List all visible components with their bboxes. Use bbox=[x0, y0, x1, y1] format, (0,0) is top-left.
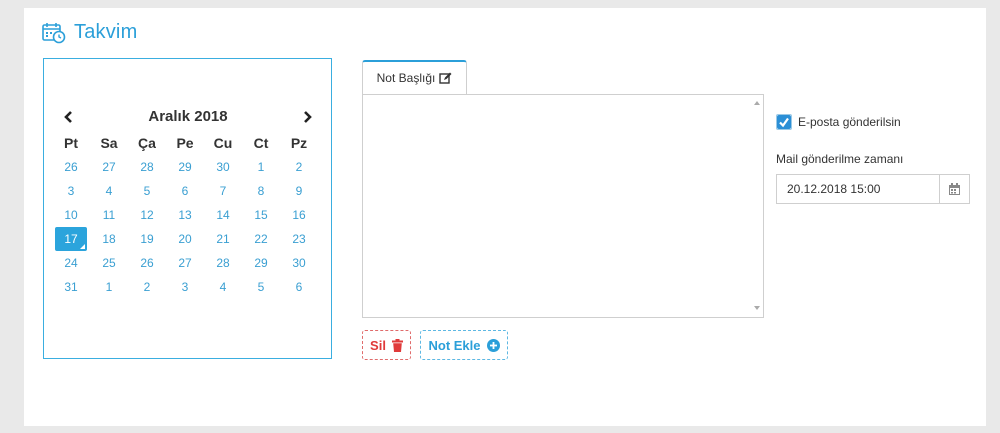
calendar-day[interactable]: 29 bbox=[243, 251, 279, 275]
calendar-day[interactable]: 29 bbox=[167, 155, 203, 179]
calendar-day[interactable]: 6 bbox=[281, 275, 317, 299]
weekday-header: Cu bbox=[213, 135, 233, 151]
calendar-day[interactable]: 26 bbox=[53, 155, 89, 179]
email-option: E-posta gönderilsin bbox=[776, 114, 901, 130]
calendar-day[interactable]: 21 bbox=[205, 227, 241, 251]
weekday-header: Pe bbox=[176, 135, 194, 151]
edit-icon bbox=[439, 72, 452, 84]
month-title: Aralık 2018 bbox=[148, 108, 228, 125]
trash-icon bbox=[391, 338, 403, 352]
calendar-day[interactable]: 20 bbox=[167, 227, 203, 251]
calendar-day[interactable]: 5 bbox=[129, 179, 165, 203]
calendar-day[interactable]: 8 bbox=[243, 179, 279, 203]
calendar-day[interactable]: 31 bbox=[53, 275, 89, 299]
checkmark-icon bbox=[777, 115, 791, 129]
panel-header: Takvim bbox=[42, 21, 137, 44]
calendar-day[interactable]: 3 bbox=[167, 275, 203, 299]
add-note-button[interactable]: Not Ekle bbox=[420, 330, 508, 360]
calendar-day[interactable]: 1 bbox=[91, 275, 127, 299]
calendar-day[interactable]: 4 bbox=[91, 179, 127, 203]
note-textarea-wrapper bbox=[362, 94, 764, 318]
weekday-header: Ct bbox=[253, 135, 269, 151]
email-checkbox[interactable] bbox=[776, 114, 792, 130]
page-title: Takvim bbox=[74, 21, 138, 43]
calendar-panel: Takvim Aralık 2018 Pt Sa Ça Pe Cu Ct Pz 26 27 28 2… bbox=[24, 8, 986, 426]
scroll-down-arrow[interactable] bbox=[754, 306, 760, 310]
calendar-day[interactable]: 7 bbox=[205, 179, 241, 203]
mail-time-input[interactable] bbox=[777, 175, 941, 203]
calendar-day[interactable]: 24 bbox=[53, 251, 89, 275]
weekday-header: Pz bbox=[290, 135, 308, 151]
calendar-day[interactable]: 30 bbox=[205, 155, 241, 179]
chevron-right-icon bbox=[304, 111, 312, 123]
calendar-day[interactable]: 11 bbox=[91, 203, 127, 227]
calendar-grid: Pt Sa Ça Pe Cu Ct Pz 26 27 28 29 30 1 2 3 4 5 6 7 8 9 10 11 12 1… bbox=[53, 131, 323, 299]
calendar-day[interactable]: 26 bbox=[129, 251, 165, 275]
weekday-header: Ça bbox=[138, 135, 156, 151]
calendar-day[interactable]: 16 bbox=[281, 203, 317, 227]
add-note-button-label: Not Ekle bbox=[428, 337, 481, 353]
calendar-day[interactable]: 3 bbox=[53, 179, 89, 203]
calendar-day[interactable]: 15 bbox=[243, 203, 279, 227]
email-checkbox-label: E-posta gönderilsin bbox=[798, 115, 901, 129]
calendar-day-selected[interactable]: 17 bbox=[55, 227, 87, 251]
calendar-nav: Aralık 2018 bbox=[59, 105, 317, 129]
weekday-header: Pt bbox=[64, 135, 78, 151]
calendar-day[interactable]: 6 bbox=[167, 179, 203, 203]
note-textarea[interactable] bbox=[363, 95, 763, 317]
delete-button-label: Sil bbox=[370, 337, 386, 353]
calendar-day[interactable]: 2 bbox=[129, 275, 165, 299]
weekday-header: Sa bbox=[100, 135, 118, 151]
calendar-day[interactable]: 28 bbox=[129, 155, 165, 179]
calendar-day[interactable]: 22 bbox=[243, 227, 279, 251]
delete-button[interactable]: Sil bbox=[362, 330, 411, 360]
calendar-day[interactable]: 27 bbox=[91, 155, 127, 179]
plus-circle-icon bbox=[486, 338, 500, 352]
month-calendar: Aralık 2018 Pt Sa Ça Pe Cu Ct Pz 26 27 28 29 30 1 2 3 4… bbox=[43, 58, 332, 359]
calendar-day[interactable]: 14 bbox=[205, 203, 241, 227]
calendar-day[interactable]: 13 bbox=[167, 203, 203, 227]
calendar-day[interactable]: 23 bbox=[281, 227, 317, 251]
calendar-clock-icon bbox=[42, 22, 66, 44]
mail-time-field bbox=[776, 174, 970, 204]
calendar-day[interactable]: 10 bbox=[53, 203, 89, 227]
mail-time-label: Mail gönderilme zamanı bbox=[776, 152, 904, 166]
calendar-day[interactable]: 27 bbox=[167, 251, 203, 275]
calendar-day[interactable]: 1 bbox=[243, 155, 279, 179]
datepicker-button[interactable] bbox=[939, 175, 969, 203]
calendar-icon bbox=[949, 183, 960, 195]
calendar-day[interactable]: 28 bbox=[205, 251, 241, 275]
calendar-day[interactable]: 30 bbox=[281, 251, 317, 275]
tab-note-title[interactable]: Not Başlığı bbox=[362, 60, 467, 94]
calendar-day[interactable]: 5 bbox=[243, 275, 279, 299]
calendar-day[interactable]: 2 bbox=[281, 155, 317, 179]
calendar-day[interactable]: 9 bbox=[281, 179, 317, 203]
tab-label: Not Başlığı bbox=[376, 71, 436, 85]
calendar-day[interactable]: 18 bbox=[91, 227, 127, 251]
calendar-day[interactable]: 12 bbox=[129, 203, 165, 227]
calendar-day[interactable]: 4 bbox=[205, 275, 241, 299]
calendar-day[interactable]: 19 bbox=[129, 227, 165, 251]
scroll-up-arrow[interactable] bbox=[754, 101, 760, 105]
calendar-day[interactable]: 25 bbox=[91, 251, 127, 275]
next-month-button[interactable] bbox=[297, 105, 317, 129]
